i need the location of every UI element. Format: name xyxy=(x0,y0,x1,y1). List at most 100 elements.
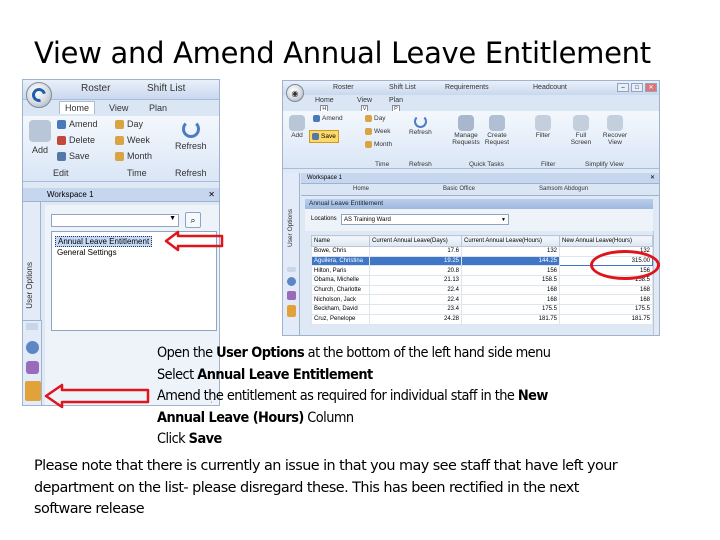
instruction-text: Column xyxy=(303,409,354,426)
people-icon[interactable] xyxy=(26,341,39,354)
manage-requests-button[interactable]: Manage Requests xyxy=(449,115,483,146)
save-button[interactable]: Save xyxy=(57,151,90,161)
cell-current-days: 24.28 xyxy=(369,313,462,325)
save-icon xyxy=(57,151,66,161)
month-button[interactable]: Month xyxy=(115,151,152,161)
chevron-down-icon: ▼ xyxy=(169,215,176,222)
options-combo[interactable]: ▼ xyxy=(51,214,179,227)
amend-button[interactable]: Amend xyxy=(313,115,343,122)
requests-icon xyxy=(458,115,474,131)
ribbon-tab-home-label: Home xyxy=(315,97,334,104)
day-button[interactable]: Day xyxy=(365,115,386,122)
maximize-icon[interactable]: □ xyxy=(631,83,643,92)
cell-new-hours[interactable]: 168 xyxy=(559,284,653,296)
user-icon[interactable] xyxy=(26,361,39,374)
table-row[interactable]: Nicholson, Jack 22.4 168 168 xyxy=(311,294,653,306)
close-icon[interactable]: ✕ xyxy=(208,188,215,202)
people-icon[interactable] xyxy=(287,277,296,286)
minimize-icon[interactable]: – xyxy=(617,83,629,92)
refresh-icon xyxy=(413,115,427,128)
cell-current-hours: 156 xyxy=(461,265,560,277)
slide-title: View and Amend Annual Leave Entitlement xyxy=(34,36,651,70)
user-options-label: User Options xyxy=(287,209,294,247)
breadcrumb: Home Basic Office Samsom Abdogun xyxy=(301,184,659,196)
create-request-label: Create Request xyxy=(484,132,510,146)
note-line: department on the list- please disregard… xyxy=(34,479,579,496)
tab-headcount[interactable]: Headcount xyxy=(533,84,567,91)
table-row[interactable]: Church, Charlotte 22.4 168 168 xyxy=(311,284,653,296)
column-header-current-hours[interactable]: Current Annual Leave(Hours) xyxy=(461,235,560,247)
full-screen-button[interactable]: Full Screen xyxy=(569,115,593,146)
table-row[interactable]: Cruz, Penelope 24.28 181.75 181.75 xyxy=(311,313,653,325)
week-button[interactable]: Week xyxy=(115,135,150,145)
cell-name: Beckham, David xyxy=(311,304,370,315)
workspace-tab-label: Workspace 1 xyxy=(307,175,342,181)
app-menu-button[interactable]: ◉ xyxy=(286,84,304,102)
user-icon[interactable] xyxy=(287,291,296,300)
table-row[interactable]: Beckham, David 23.4 175.5 175.5 xyxy=(311,304,653,315)
tab-requirements[interactable]: Requirements xyxy=(445,84,489,91)
full-screen-icon xyxy=(573,115,589,131)
ribbon-tabs: Home H View V Plan P xyxy=(283,95,659,114)
user-options-icon[interactable] xyxy=(25,381,41,401)
column-header-name[interactable]: Name xyxy=(311,235,370,247)
week-button[interactable]: Week xyxy=(365,128,391,135)
ribbon-tab-plan[interactable]: Plan xyxy=(149,103,167,113)
close-icon[interactable]: ✕ xyxy=(650,173,655,184)
list-item-annual-leave-entitlement[interactable]: Annual Leave Entitlement xyxy=(55,236,153,247)
user-options-strip[interactable]: User Options xyxy=(283,173,300,335)
column-header-new-hours[interactable]: New Annual Leave(Hours) xyxy=(559,235,653,247)
delete-button[interactable]: Delete xyxy=(57,135,95,145)
filter-icon xyxy=(535,115,551,131)
menu-arrow-icon[interactable] xyxy=(26,323,38,330)
workspace-tab[interactable]: Workspace 1 ✕ xyxy=(301,173,659,184)
save-button[interactable]: Save xyxy=(309,130,339,143)
workspace-tab[interactable]: Workspace 1 ✕ xyxy=(23,188,219,202)
ribbon-tab-home[interactable]: Home xyxy=(59,101,96,114)
nav-home[interactable]: Home xyxy=(353,186,369,192)
refresh-button[interactable]: Refresh xyxy=(409,115,432,136)
app-logo-icon: ◉ xyxy=(291,88,299,98)
column-header-current-days[interactable]: Current Annual Leave(Days) xyxy=(369,235,462,247)
month-button[interactable]: Month xyxy=(365,141,392,148)
day-button[interactable]: Day xyxy=(115,119,143,129)
add-label: Add xyxy=(31,145,48,155)
user-options-icon[interactable] xyxy=(287,305,296,317)
list-item-general-settings[interactable]: General Settings xyxy=(57,248,117,257)
add-button[interactable]: Add xyxy=(29,120,51,155)
tab-roster[interactable]: Roster xyxy=(81,83,110,94)
cell-new-hours[interactable]: 181.75 xyxy=(559,313,653,325)
nav-user[interactable]: Samsom Abdogun xyxy=(539,186,588,192)
add-button[interactable]: Add xyxy=(289,115,305,139)
instruction-emphasis: Annual Leave (Hours) xyxy=(157,409,304,426)
refresh-button[interactable]: Refresh xyxy=(175,120,207,151)
table-row[interactable]: Obama, Michelle 21.13 158.5 158.5 xyxy=(311,275,653,286)
calendar-icon xyxy=(115,135,124,145)
cell-current-hours: 168 xyxy=(461,284,560,296)
grid-scrollbar[interactable] xyxy=(653,231,659,335)
cell-current-days: 20.8 xyxy=(369,265,462,277)
filter-button[interactable]: Filter xyxy=(535,115,551,139)
recover-view-button[interactable]: Recover View xyxy=(601,115,629,146)
close-window-icon[interactable]: ✕ xyxy=(645,83,657,92)
app-menu-button[interactable] xyxy=(26,82,52,108)
menu-arrow-icon[interactable] xyxy=(287,267,296,272)
left-menu-icons xyxy=(22,320,42,406)
ribbon-tab-view[interactable]: View xyxy=(109,103,128,113)
refresh-icon xyxy=(181,120,200,138)
locations-select[interactable]: AS Training Ward ▼ xyxy=(341,214,509,225)
amend-button[interactable]: Amend xyxy=(57,119,98,129)
create-request-button[interactable]: Create Request xyxy=(483,115,511,146)
cell-new-hours[interactable]: 168 xyxy=(559,294,653,306)
tab-shift-list[interactable]: Shift List xyxy=(389,84,416,91)
search-button[interactable]: ⌕ xyxy=(185,212,201,228)
locations-row: Locations AS Training Ward ▼ xyxy=(305,209,653,231)
cell-new-hours[interactable]: 175.5 xyxy=(559,304,653,315)
chevron-down-icon: ▼ xyxy=(501,217,506,223)
tab-shift-list[interactable]: Shift List xyxy=(147,83,185,94)
tab-roster[interactable]: Roster xyxy=(333,84,354,91)
nav-basic-office[interactable]: Basic Office xyxy=(443,186,475,192)
ribbon-tabs: Home View Plan xyxy=(23,100,219,116)
save-label: Save xyxy=(321,133,336,140)
instruction-text: Click xyxy=(157,431,189,447)
